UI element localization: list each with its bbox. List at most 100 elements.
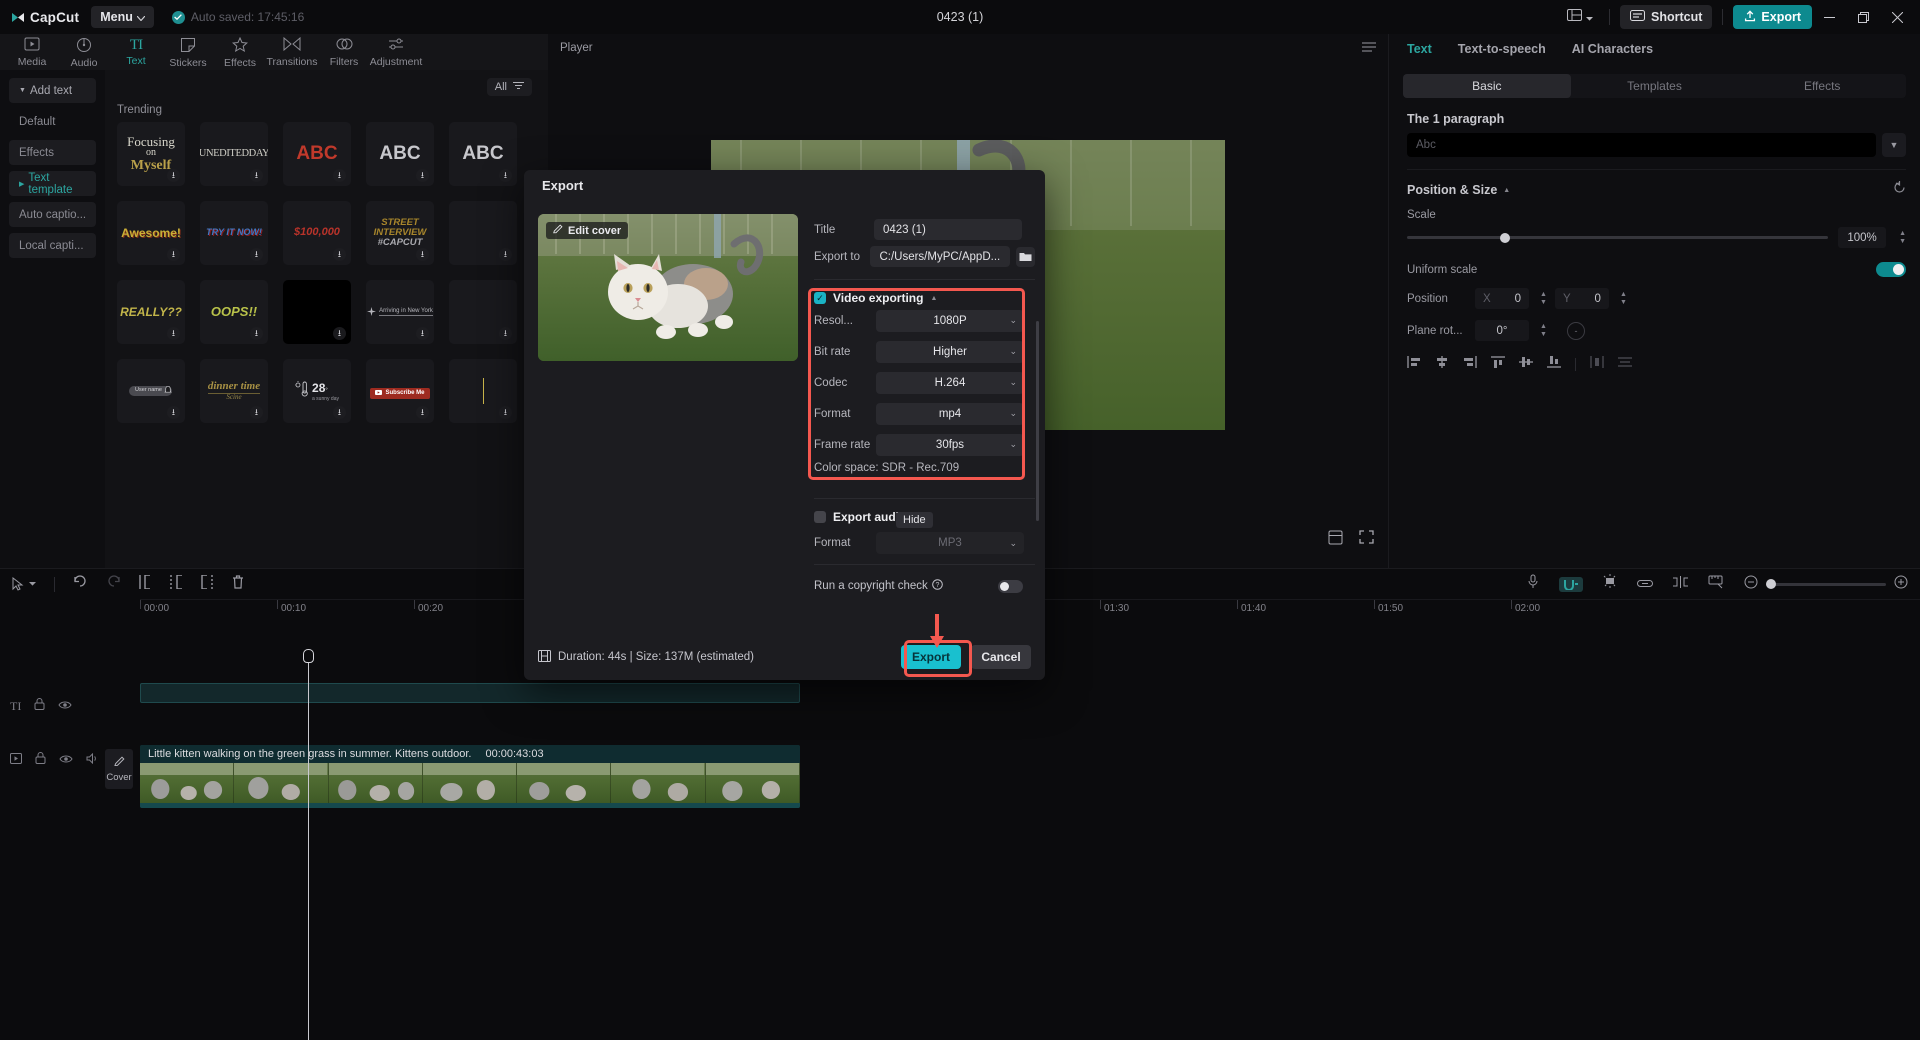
tooltab-transitions[interactable]: Transitions: [266, 34, 318, 68]
resolution-select[interactable]: 1080P ⌄: [876, 310, 1024, 332]
list-item[interactable]: ABC ⭳: [283, 122, 351, 186]
align-bottom-icon[interactable]: [1547, 355, 1561, 373]
download-icon[interactable]: ⭳: [499, 406, 512, 419]
text-input[interactable]: Abc: [1407, 133, 1876, 157]
cancel-button[interactable]: Cancel: [971, 645, 1031, 669]
cover-preview[interactable]: Edit cover: [538, 214, 798, 361]
menu-button[interactable]: Menu: [91, 6, 154, 28]
list-item[interactable]: ABC ⭳: [449, 122, 517, 186]
download-icon[interactable]: ⭳: [333, 406, 346, 419]
align-center-h-icon[interactable]: [1435, 355, 1449, 373]
scale-value[interactable]: 100%: [1838, 227, 1886, 248]
download-icon[interactable]: ⭳: [250, 169, 263, 182]
lock-icon[interactable]: [35, 751, 46, 769]
format-select[interactable]: mp4 ⌄: [876, 403, 1024, 425]
keyframe-icon[interactable]: [1673, 575, 1688, 593]
fullscreen-icon[interactable]: [1359, 530, 1374, 550]
download-icon[interactable]: ⭳: [250, 248, 263, 261]
eye-icon[interactable]: [59, 751, 73, 769]
framerate-select[interactable]: 30fps ⌄: [876, 434, 1024, 456]
list-item[interactable]: ⭳: [449, 359, 517, 423]
dialog-scrollbar[interactable]: [1036, 321, 1039, 521]
download-icon[interactable]: ⭳: [416, 406, 429, 419]
download-icon[interactable]: ⭳: [499, 169, 512, 182]
position-x-stepper[interactable]: ▲▼: [1540, 291, 1547, 306]
delete-icon[interactable]: [232, 575, 244, 594]
text-clip[interactable]: [140, 683, 800, 703]
download-icon[interactable]: ⭳: [167, 327, 180, 340]
folder-icon[interactable]: [1016, 247, 1035, 267]
measure-icon[interactable]: [1708, 575, 1724, 594]
position-y-stepper[interactable]: ▲▼: [1620, 291, 1627, 306]
title-input[interactable]: 0423 (1): [874, 219, 1022, 240]
list-item[interactable]: Focusing on Myself ⭳: [117, 122, 185, 186]
sidebar-item-add-text[interactable]: ▼ Add text: [9, 78, 96, 103]
segment-effects[interactable]: Effects: [1738, 74, 1906, 98]
trim-left-icon[interactable]: [170, 575, 183, 594]
list-item[interactable]: ABC ⭳: [366, 122, 434, 186]
edit-cover-button[interactable]: Edit cover: [546, 222, 628, 239]
tooltab-stickers[interactable]: Stickers: [162, 34, 214, 69]
export-path-input[interactable]: C:/Users/MyPC/AppD...: [870, 246, 1010, 267]
uniform-scale-toggle[interactable]: [1876, 262, 1906, 277]
list-item[interactable]: Subscribe Me ⭳: [366, 359, 434, 423]
reset-icon[interactable]: [1893, 181, 1906, 199]
cover-button[interactable]: Cover: [105, 749, 133, 789]
close-button[interactable]: [1880, 0, 1914, 34]
export-audio-checkbox[interactable]: [814, 511, 826, 523]
align-left-icon[interactable]: [1407, 355, 1421, 373]
list-item[interactable]: ⭳: [449, 280, 517, 344]
export-button-titlebar[interactable]: Export: [1733, 5, 1812, 29]
download-icon[interactable]: ⭳: [333, 248, 346, 261]
download-icon[interactable]: ⭳: [416, 327, 429, 340]
segment-basic[interactable]: Basic: [1403, 74, 1571, 98]
shortcut-button[interactable]: Shortcut: [1620, 5, 1712, 29]
list-item[interactable]: OOPS!! ⭳: [200, 280, 268, 344]
zoom-slider[interactable]: [1766, 583, 1886, 586]
position-x-field[interactable]: X 0: [1475, 288, 1529, 309]
download-icon[interactable]: ⭳: [333, 169, 346, 182]
list-item[interactable]: Arriving in New York ⭳: [366, 280, 434, 344]
auto-adjust-icon[interactable]: [1603, 574, 1617, 594]
bitrate-select[interactable]: Higher ⌄: [876, 341, 1024, 363]
list-item[interactable]: 28° a sunny day ⭳: [283, 359, 351, 423]
list-item[interactable]: STREET INTERVIEW #CAPCUT ⭳: [366, 201, 434, 265]
list-item[interactable]: TRY IT NOW! ⭳: [200, 201, 268, 265]
lock-icon[interactable]: [34, 697, 45, 715]
download-icon[interactable]: ⭳: [333, 327, 346, 340]
magnet-icon[interactable]: [1559, 577, 1583, 592]
download-icon[interactable]: ⭳: [499, 248, 512, 261]
layout-button[interactable]: [1561, 5, 1599, 29]
zoom-in-icon[interactable]: [1894, 575, 1908, 594]
rotation-dial[interactable]: ‑: [1567, 322, 1585, 340]
export-confirm-button[interactable]: Export: [901, 645, 961, 669]
tooltab-adjustment[interactable]: Adjustment: [370, 34, 422, 68]
more-menu-icon[interactable]: [1362, 42, 1376, 55]
split-icon[interactable]: [139, 575, 152, 594]
list-item[interactable]: REALLY?? ⭳: [117, 280, 185, 344]
expand-text-button[interactable]: ▼: [1882, 133, 1906, 157]
tooltab-media[interactable]: Media: [6, 34, 58, 68]
align-right-icon[interactable]: [1463, 355, 1477, 373]
download-icon[interactable]: ⭳: [167, 406, 180, 419]
list-item[interactable]: ⭳: [449, 201, 517, 265]
sidebar-item-effects[interactable]: Effects: [9, 140, 96, 165]
scale-slider[interactable]: [1407, 236, 1828, 239]
list-item[interactable]: UNEDITEDDAY ⭳: [200, 122, 268, 186]
mic-icon[interactable]: [1527, 574, 1539, 594]
scale-stepper[interactable]: ▲▼: [1899, 230, 1906, 245]
playhead-handle[interactable]: [303, 649, 314, 663]
tooltab-filters[interactable]: Filters: [318, 34, 370, 68]
rotation-stepper[interactable]: ▲▼: [1540, 323, 1547, 338]
list-item[interactable]: ⭳: [283, 280, 351, 344]
undo-icon[interactable]: [73, 575, 88, 593]
slider-knob[interactable]: [1766, 579, 1776, 589]
video-exporting-checkbox[interactable]: ✓: [814, 292, 826, 304]
tooltab-effects[interactable]: Effects: [214, 34, 266, 69]
audio-format-select[interactable]: MP3 ⌄: [876, 532, 1024, 554]
chevron-up-icon[interactable]: ▲: [930, 295, 937, 302]
minimize-button[interactable]: [1812, 0, 1846, 34]
zoom-out-icon[interactable]: [1744, 575, 1758, 594]
link-icon[interactable]: [1637, 575, 1653, 593]
list-item[interactable]: User name ⭳: [117, 359, 185, 423]
